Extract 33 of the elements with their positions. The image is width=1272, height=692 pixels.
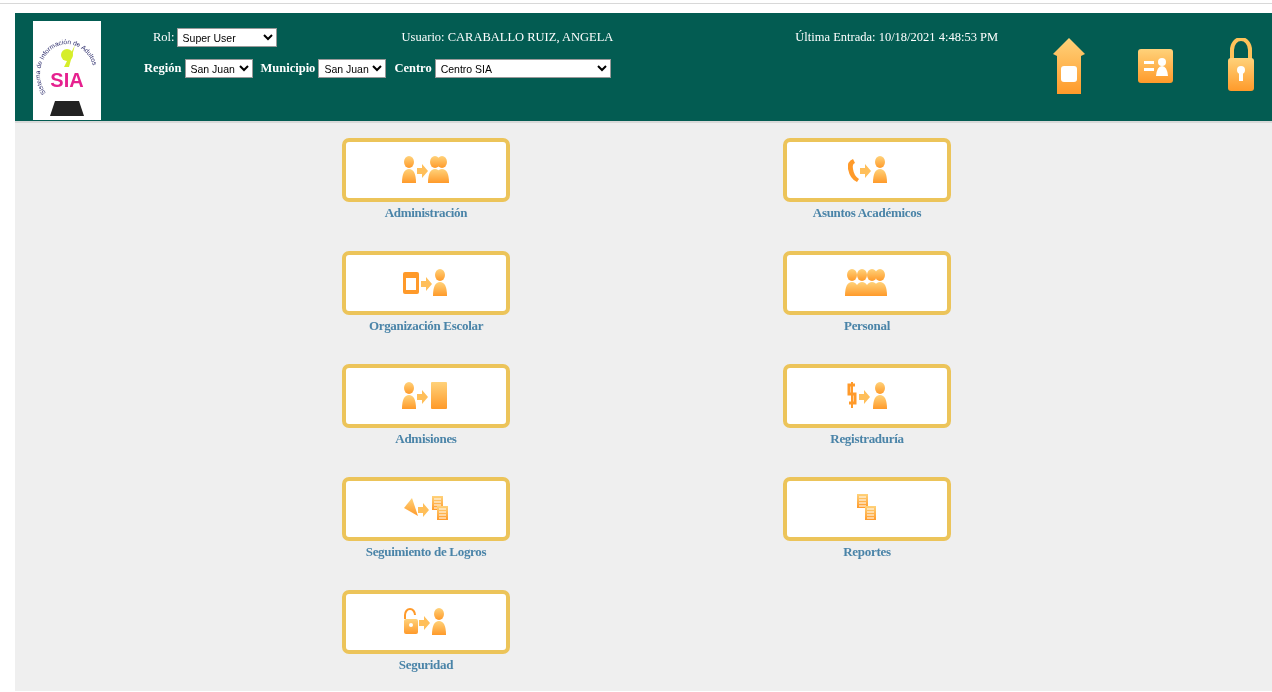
module-label[interactable]: Seguimiento de Logros (365, 544, 487, 560)
module-label[interactable]: Personal (844, 318, 890, 334)
module-label[interactable]: Seguridad (398, 657, 454, 673)
home-icon[interactable] (1053, 38, 1085, 94)
last-login: Última Entrada: 10/18/2021 4:48:53 PM (795, 30, 999, 45)
module-button[interactable] (783, 251, 951, 315)
center-label: Centro (394, 61, 432, 76)
region-label: Región (144, 61, 182, 76)
module-button[interactable] (342, 590, 510, 654)
module-label[interactable]: Administración (384, 205, 468, 221)
module-label[interactable]: Admisiones (395, 431, 457, 447)
role-select[interactable]: Super User (176, 28, 277, 47)
role-label: Rol: (153, 30, 175, 45)
module-button[interactable] (783, 138, 951, 202)
module-button[interactable] (342, 251, 510, 315)
module-button[interactable] (342, 477, 510, 541)
module-button[interactable] (783, 364, 951, 428)
module-button[interactable] (342, 138, 510, 202)
center-select[interactable]: Centro SIA (434, 59, 611, 78)
module-button[interactable] (342, 364, 510, 428)
user-name: Usuario: CARABALLO RUIZ, ANGELA (401, 30, 614, 45)
module-label[interactable]: Reportes (843, 544, 891, 560)
municipality-label: Municipio (260, 61, 316, 76)
municipality-select[interactable]: San Juan (318, 59, 387, 78)
module-button[interactable] (783, 477, 951, 541)
id-card-icon[interactable] (1138, 49, 1173, 83)
region-select[interactable]: San Juan (184, 59, 253, 78)
calendar-to-person-icon (402, 268, 450, 298)
lock-icon[interactable] (1228, 38, 1254, 91)
module-label[interactable]: Organización Escolar (368, 318, 484, 334)
module-label[interactable]: Registraduría (830, 431, 904, 447)
people-transfer-icon (402, 155, 450, 185)
module-label[interactable]: Asuntos Académicos (812, 205, 922, 221)
